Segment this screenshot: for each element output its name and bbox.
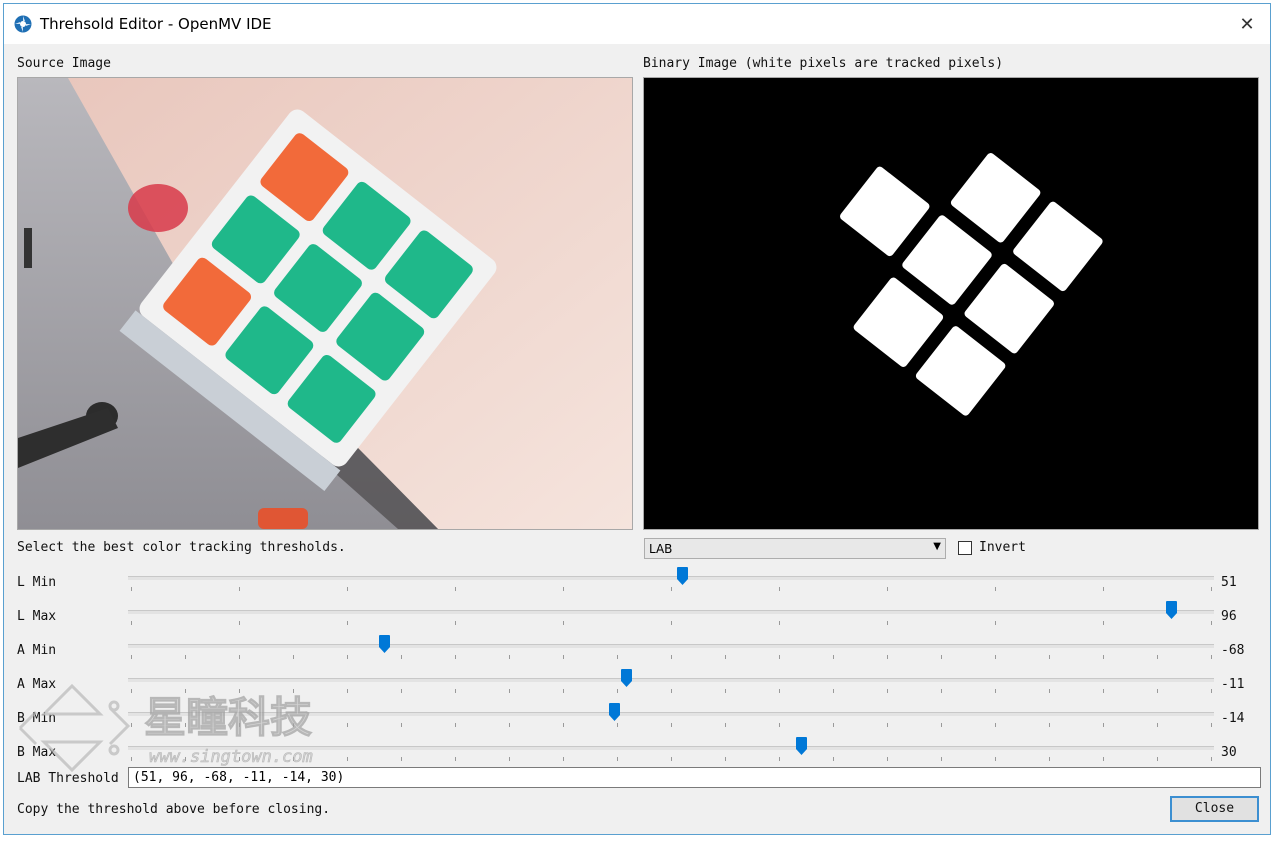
- slider-ticks: [128, 655, 1214, 661]
- slider-value: -11: [1221, 677, 1245, 692]
- slider-row: L Max 96: [4, 601, 1270, 637]
- slider-row: L Min 51: [4, 567, 1270, 603]
- color-space-value: LAB: [649, 542, 673, 556]
- slider-track[interactable]: [128, 678, 1214, 682]
- slider-ticks: [128, 689, 1214, 695]
- slider-handle[interactable]: [608, 703, 620, 721]
- slider-handle[interactable]: [676, 567, 688, 585]
- slider-handle[interactable]: [378, 635, 390, 653]
- slider-label: B Max: [17, 745, 57, 760]
- color-space-select[interactable]: LAB ▼: [644, 538, 946, 559]
- threshold-field[interactable]: (51, 96, -68, -11, -14, 30): [128, 767, 1261, 788]
- source-image: [17, 77, 633, 530]
- slider-label: L Min: [17, 575, 57, 590]
- slider-ticks: [128, 757, 1214, 763]
- slider-track[interactable]: [128, 644, 1214, 648]
- slider-ticks: [128, 723, 1214, 729]
- slider-ticks: [128, 587, 1214, 593]
- threshold-label: LAB Threshold: [17, 771, 119, 786]
- slider-value: 96: [1221, 609, 1237, 624]
- window-title: Threhsold Editor - OpenMV IDE: [40, 15, 272, 33]
- slider-value: 30: [1221, 745, 1237, 760]
- slider-track[interactable]: [128, 712, 1214, 716]
- slider-value: -68: [1221, 643, 1245, 658]
- title-bar: Threhsold Editor - OpenMV IDE ✕: [4, 4, 1270, 44]
- slider-handle[interactable]: [621, 669, 633, 687]
- slider-value: 51: [1221, 575, 1237, 590]
- invert-checkbox[interactable]: [958, 541, 972, 555]
- binary-image: [643, 77, 1259, 530]
- slider-label: B Min: [17, 711, 57, 726]
- slider-row: A Min -68: [4, 635, 1270, 671]
- close-button[interactable]: Close: [1170, 796, 1259, 822]
- slider-row: B Min -14: [4, 703, 1270, 739]
- binary-image-blobs: [840, 153, 1103, 416]
- slider-label: L Max: [17, 609, 57, 624]
- slider-track[interactable]: [128, 746, 1214, 750]
- window-close-icon[interactable]: ✕: [1232, 10, 1262, 38]
- instruction-text: Select the best color tracking threshold…: [17, 540, 346, 555]
- slider-track[interactable]: [128, 576, 1214, 580]
- source-image-scene: [18, 78, 632, 529]
- threshold-editor-window: Threhsold Editor - OpenMV IDE ✕ Source I…: [3, 3, 1271, 835]
- slider-label: A Max: [17, 677, 57, 692]
- invert-label: Invert: [979, 540, 1026, 555]
- footer-note: Copy the threshold above before closing.: [17, 802, 331, 817]
- slider-track[interactable]: [128, 610, 1214, 614]
- openmv-app-icon: [14, 15, 32, 33]
- slider-value: -14: [1221, 711, 1245, 726]
- binary-image-label: Binary Image (white pixels are tracked p…: [643, 56, 1004, 71]
- slider-handle[interactable]: [795, 737, 807, 755]
- slider-label: A Min: [17, 643, 57, 658]
- source-image-label: Source Image: [17, 56, 111, 71]
- slider-row: A Max -11: [4, 669, 1270, 705]
- slider-handle[interactable]: [1165, 601, 1177, 619]
- chevron-down-icon: ▼: [933, 541, 941, 552]
- slider-ticks: [128, 621, 1214, 627]
